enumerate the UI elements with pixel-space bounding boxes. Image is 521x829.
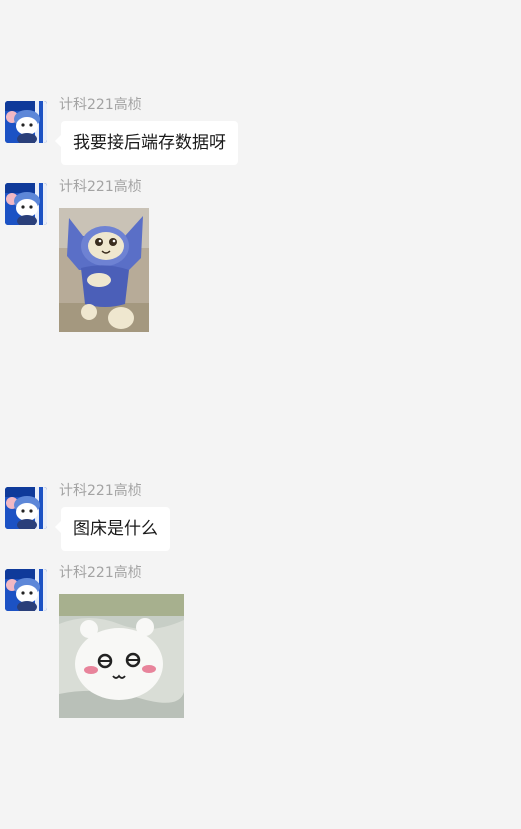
cartoon-mouse-avatar-icon[interactable] bbox=[5, 569, 47, 611]
sender-name: 计科221高桢 bbox=[59, 565, 142, 581]
chat-message-list[interactable]: 计科221高桢 我要接后端存数据呀 计科221高桢 计科221高桢 图床是什么 … bbox=[0, 0, 521, 829]
sender-name: 计科221高桢 bbox=[59, 483, 142, 499]
cartoon-mouse-avatar-icon[interactable] bbox=[5, 487, 47, 529]
sender-name: 计科221高桢 bbox=[59, 179, 142, 195]
white-blob-creature-sticker-icon[interactable] bbox=[59, 594, 184, 718]
cartoon-mouse-avatar-icon[interactable] bbox=[5, 101, 47, 143]
cartoon-mouse-avatar-icon[interactable] bbox=[5, 183, 47, 225]
message-bubble[interactable]: 图床是什么 bbox=[55, 507, 170, 551]
sender-name: 计科221高桢 bbox=[59, 97, 142, 113]
blue-hooded-cat-sticker-icon[interactable] bbox=[59, 208, 149, 332]
message-bubble[interactable]: 我要接后端存数据呀 bbox=[55, 121, 238, 165]
